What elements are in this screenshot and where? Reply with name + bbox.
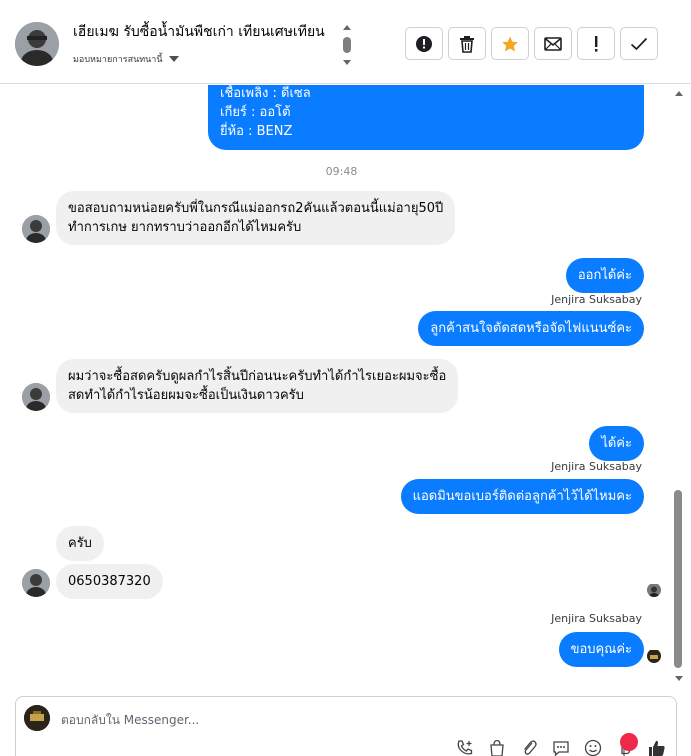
outgoing-message[interactable]: ออกได้ค่ะ <box>565 258 644 293</box>
contact-avatar-small[interactable] <box>22 569 50 597</box>
outgoing-message[interactable]: ลูกค้าสนใจตัดสดหรือจัดไฟแนนซ์คะ <box>418 311 644 346</box>
page-avatar <box>647 649 661 663</box>
read-receipt-avatar <box>647 583 661 597</box>
envelope-icon <box>544 36 562 51</box>
star-icon <box>502 36 518 51</box>
contact-avatar-small[interactable] <box>22 215 50 243</box>
message-text: ได้ค่ะ <box>601 436 632 451</box>
message-text: ขอบคุณค่ะ <box>570 642 632 657</box>
assign-conversation-dropdown[interactable]: มอบหมายการสนทนานี้ <box>73 52 179 66</box>
timestamp: 09:48 <box>325 165 358 178</box>
message-line: ขอสอบถามหน่อยครับพี่ในกรณีแม่ออกรถ2คันแล… <box>68 201 444 216</box>
mark-done-button[interactable] <box>620 27 658 60</box>
sender-name: Jenjira Suksabay <box>551 460 642 473</box>
check-icon <box>630 37 648 50</box>
payment-icon[interactable] <box>616 733 638 756</box>
contact-name[interactable]: เฮียเมฆ รับซื้อน้ำมันพืชเก่า เทียนเศษเที… <box>73 21 343 43</box>
star-button[interactable] <box>491 27 529 60</box>
message-text: แอดมินขอเบอร์ติดต่อลูกค้าไว้ได้ไหมคะ <box>412 489 632 504</box>
mark-unread-button[interactable] <box>534 27 572 60</box>
reply-input[interactable]: ตอบกลับใน Messenger... <box>61 711 199 730</box>
thumbs-up-icon[interactable] <box>648 739 666 756</box>
message-text: 0650387320 <box>68 574 151 589</box>
reply-composer[interactable]: ตอบกลับใน Messenger... <box>15 696 677 756</box>
outgoing-message[interactable]: แอดมินขอเบอร์ติดต่อลูกค้าไว้ได้ไหมคะ <box>400 479 644 514</box>
shopping-bag-icon[interactable] <box>488 739 506 756</box>
caret-down-icon <box>168 56 179 62</box>
incoming-message[interactable]: ขอสอบถามหน่อยครับพี่ในกรณีแม่ออกรถ2คันแล… <box>56 191 456 245</box>
message-text: ออกได้ค่ะ <box>577 268 632 283</box>
scroll-down-arrow-icon[interactable] <box>343 60 351 65</box>
message-text: ครับ <box>68 536 92 551</box>
notification-dot <box>620 733 638 751</box>
exclamation-circle-icon <box>416 35 432 52</box>
incoming-message[interactable]: ครับ <box>56 526 104 561</box>
scroll-down-arrow-icon[interactable] <box>675 676 683 681</box>
incoming-message[interactable]: 0650387320 <box>56 564 163 599</box>
mark-spam-button[interactable] <box>405 27 443 60</box>
message-line: เชื้อเพลิง : ดีเซล <box>220 86 311 101</box>
title-scrollbar[interactable] <box>342 25 352 65</box>
scroll-thumb[interactable] <box>343 37 351 53</box>
incoming-message[interactable]: ผมว่าจะซื้อสดครับดูผลกำไรสิ้นปีก่อนนะครั… <box>56 359 459 413</box>
thread-scrollbar[interactable] <box>672 85 686 685</box>
scroll-up-arrow-icon[interactable] <box>343 25 351 30</box>
sender-name: Jenjira Suksabay <box>551 612 642 625</box>
call-plus-icon[interactable] <box>456 739 474 756</box>
outgoing-message[interactable]: ได้ค่ะ <box>589 426 644 461</box>
emoji-icon[interactable] <box>584 739 602 756</box>
scroll-thumb[interactable] <box>674 490 682 668</box>
message-text: ลูกค้าสนใจตัดสดหรือจัดไฟแนนซ์คะ <box>430 321 632 336</box>
sender-name: Jenjira Suksabay <box>551 293 642 306</box>
scroll-up-arrow-icon[interactable] <box>675 91 683 96</box>
composer-toolbar <box>456 733 666 756</box>
contact-avatar-small[interactable] <box>22 383 50 411</box>
message-line: ผมว่าจะซื้อสดครับดูผลกำไรสิ้นปีก่อนนะครั… <box>68 369 447 384</box>
outgoing-message[interactable]: ขอบคุณค่ะ <box>558 632 644 667</box>
trash-icon <box>460 35 474 53</box>
message-thread[interactable]: เชื้อเพลิง : ดีเซล เกียร์ : ออโต้ ยี่ห้อ… <box>0 85 691 695</box>
exclamation-icon <box>595 35 598 52</box>
outgoing-message[interactable]: เชื้อเพลิง : ดีเซล เกียร์ : ออโต้ ยี่ห้อ… <box>208 85 644 150</box>
message-line: เกียร์ : ออโต้ <box>220 105 291 120</box>
conversation-header: เฮียเมฆ รับซื้อน้ำมันพืชเก่า เทียนเศษเที… <box>0 0 691 84</box>
message-line: สดทำได้กำไรน้อยผมจะซื้อเป็นเงินดาวครับ <box>68 388 304 403</box>
message-line: ยี่ห้อ : BENZ <box>220 124 293 139</box>
messenger-conversation-panel: เฮียเมฆ รับซื้อน้ำมันพืชเก่า เทียนเศษเที… <box>0 0 691 756</box>
delete-button[interactable] <box>448 27 486 60</box>
message-bubble-icon[interactable] <box>552 739 570 756</box>
paperclip-icon[interactable] <box>520 739 538 756</box>
follow-up-button[interactable] <box>577 27 615 60</box>
message-line: ทำการเกษ ยากทราบว่าออกอีกได้ไหมครับ <box>68 220 302 235</box>
contact-avatar[interactable] <box>15 22 59 66</box>
page-avatar <box>24 705 50 731</box>
assign-conversation-label: มอบหมายการสนทนานี้ <box>73 55 163 65</box>
